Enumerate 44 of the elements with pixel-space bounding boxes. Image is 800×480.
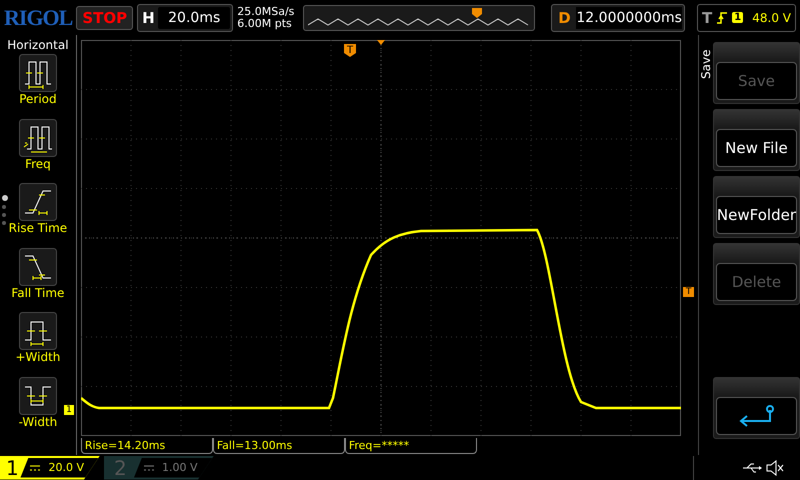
nwidth-measure-icon [18, 376, 57, 414]
page-dot[interactable] [2, 205, 6, 209]
pwidth-measure-icon [18, 312, 57, 350]
page-dot[interactable] [2, 213, 6, 217]
run-stop-status[interactable]: STOP [76, 6, 134, 30]
period-measure-icon [18, 54, 57, 92]
channel-tab[interactable]: 1 20.0 V [0, 456, 100, 480]
trigger-position-marker: T [344, 44, 356, 57]
measurement-readout: Fall=13.00ms [212, 438, 345, 454]
channel-tab[interactable]: 2 1.00 V [104, 456, 214, 480]
sample-rate: 25.0MSa/s [237, 6, 296, 18]
logo: RIGOL [4, 4, 72, 30]
memory-depth: 6.00M pts [237, 18, 293, 30]
page-dot[interactable] [2, 195, 8, 201]
waveform-overview-icon [308, 16, 530, 26]
rising-edge-icon [717, 10, 728, 24]
center-marker-icon [376, 40, 385, 45]
softkey-button[interactable]: New File [716, 129, 797, 167]
measurement-readout: Freq=***** [344, 438, 477, 454]
rise-measure-icon [18, 183, 57, 221]
dc-coupling-icon [30, 464, 40, 470]
dc-coupling-icon [144, 464, 154, 470]
usb-icon [742, 462, 762, 474]
freq-measure-icon [18, 118, 57, 156]
measure-item[interactable]: +Width [15, 312, 60, 376]
timebase-display[interactable]: H 20.0ms [137, 4, 234, 32]
trigger-position-icon [472, 8, 482, 18]
softkey-button[interactable]: NewFolder [716, 196, 797, 234]
trigger-display[interactable]: T 1 48.0 V [697, 4, 796, 32]
fall-measure-icon [18, 248, 57, 286]
trigger-level-marker[interactable]: T [682, 287, 694, 297]
measure-item[interactable]: Period [18, 54, 57, 118]
menu-title: Horizontal [7, 37, 69, 54]
back-button[interactable] [716, 397, 797, 435]
menu-title: Save [698, 48, 713, 79]
measure-item[interactable]: Freq [18, 118, 57, 183]
measurement-readout: Rise=14.20ms [80, 438, 213, 454]
measure-item[interactable]: Fall Time [11, 248, 64, 312]
measure-item[interactable]: -Width [18, 376, 58, 441]
speaker-muted-icon [766, 460, 784, 476]
delay-display[interactable]: D 12.0000000ms [551, 4, 686, 32]
channel-marker: 1 [64, 405, 74, 415]
measure-item[interactable]: Rise Time [8, 183, 68, 248]
page-dot[interactable] [2, 221, 6, 225]
